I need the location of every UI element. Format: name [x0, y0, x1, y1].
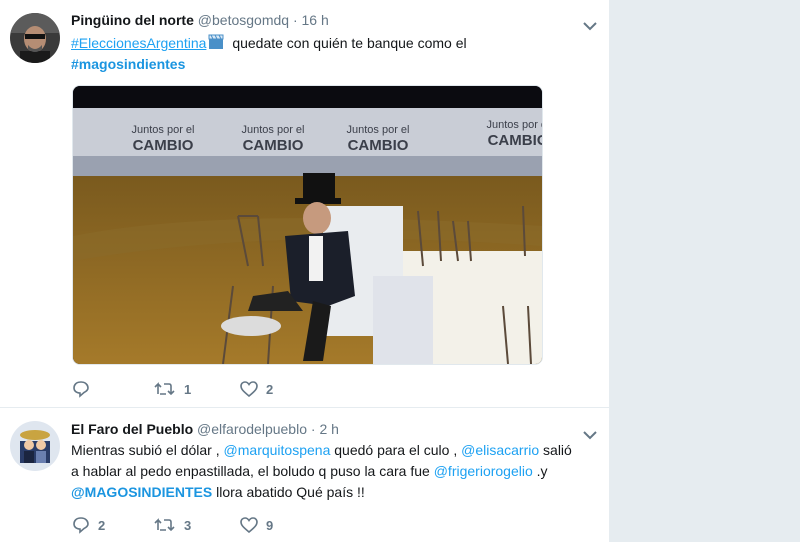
tweet-body-text: a hablar al pedo enpastillada, el boludo…	[71, 463, 430, 479]
display-name[interactable]: Pingüino del norte	[71, 12, 194, 28]
banner-text: Juntos por el	[242, 124, 305, 136]
timestamp[interactable]: 2 h	[319, 421, 338, 437]
clapper-icon	[208, 34, 224, 50]
chevron-down-icon[interactable]	[583, 427, 597, 440]
chevron-down-icon[interactable]	[583, 18, 597, 31]
retweet-button[interactable]: 3	[154, 515, 191, 535]
like-count: 9	[266, 517, 274, 533]
retweet-count: 3	[184, 517, 192, 533]
banner-brand: CAMBIO	[348, 137, 409, 154]
reply-icon	[73, 381, 89, 398]
avatar[interactable]	[10, 13, 60, 63]
like-count: 2	[266, 381, 274, 397]
tweet[interactable]: Pingüino del norte @betosgomdq · 16 h #E…	[0, 0, 609, 408]
heart-icon	[240, 381, 258, 397]
banner-brand: CAMBIO	[243, 137, 304, 154]
tweet-body-text: quedate con quién te banque como el	[232, 35, 467, 51]
separator: ·	[292, 12, 298, 28]
reply-button[interactable]	[72, 379, 98, 399]
avatar[interactable]	[10, 421, 60, 471]
banner-brand: CAMBIO	[488, 132, 542, 149]
video-thumbnail[interactable]: Juntos por el Juntos por el Juntos por e…	[72, 85, 543, 365]
tweet-text: Mientras subió el dólar , @marquitospena…	[71, 440, 601, 503]
tweet-body-text: llora abatido Qué país !!	[216, 484, 365, 500]
heart-icon	[240, 517, 258, 533]
tweet-body-text: quedó para el culo ,	[334, 442, 458, 458]
hashtag-link[interactable]: @MAGOSINDIENTES	[71, 484, 212, 500]
hashtag-link[interactable]: #EleccionesArgentina	[71, 35, 206, 51]
separator: ·	[310, 421, 316, 437]
timestamp[interactable]: 16 h	[302, 12, 329, 28]
display-name[interactable]: El Faro del Pueblo	[71, 421, 193, 437]
mention-link[interactable]: @frigeriorogelio	[434, 463, 533, 479]
tweet-body-text: salió	[543, 442, 572, 458]
reply-count: 2	[98, 517, 106, 533]
like-button[interactable]: 9	[240, 515, 273, 535]
retweet-icon	[154, 382, 175, 396]
tweet-header: El Faro del Pueblo @elfarodelpueblo · 2 …	[71, 421, 339, 437]
banner-text: Juntos por el	[487, 119, 542, 131]
user-handle[interactable]: @betosgomdq	[198, 12, 289, 28]
page-background	[610, 0, 800, 542]
mention-link[interactable]: @elisacarrio	[461, 442, 539, 458]
user-handle[interactable]: @elfarodelpueblo	[197, 421, 307, 437]
timeline: Pingüino del norte @betosgomdq · 16 h #E…	[0, 0, 610, 542]
hashtag-link[interactable]: #magosindientes	[71, 56, 185, 72]
banner-text: Juntos por el	[132, 124, 195, 136]
tweet-body-text: .y	[536, 463, 548, 479]
banner-brand: CAMBIO	[133, 137, 194, 154]
tweet-body-text: Mientras subió el dólar ,	[71, 442, 220, 458]
retweet-count: 1	[184, 381, 192, 397]
tweet-header: Pingüino del norte @betosgomdq · 16 h	[71, 12, 329, 28]
retweet-icon	[154, 518, 175, 532]
banner-text: Juntos por el	[347, 124, 410, 136]
mention-link[interactable]: @marquitospena	[224, 442, 331, 458]
reply-button[interactable]: 2	[72, 515, 105, 535]
tweet-text: #EleccionesArgentina quedate con quién t…	[71, 33, 591, 75]
retweet-button[interactable]: 1	[154, 379, 191, 399]
tweet[interactable]: El Faro del Pueblo @elfarodelpueblo · 2 …	[0, 408, 609, 542]
reply-icon	[73, 517, 89, 534]
like-button[interactable]: 2	[240, 379, 273, 399]
